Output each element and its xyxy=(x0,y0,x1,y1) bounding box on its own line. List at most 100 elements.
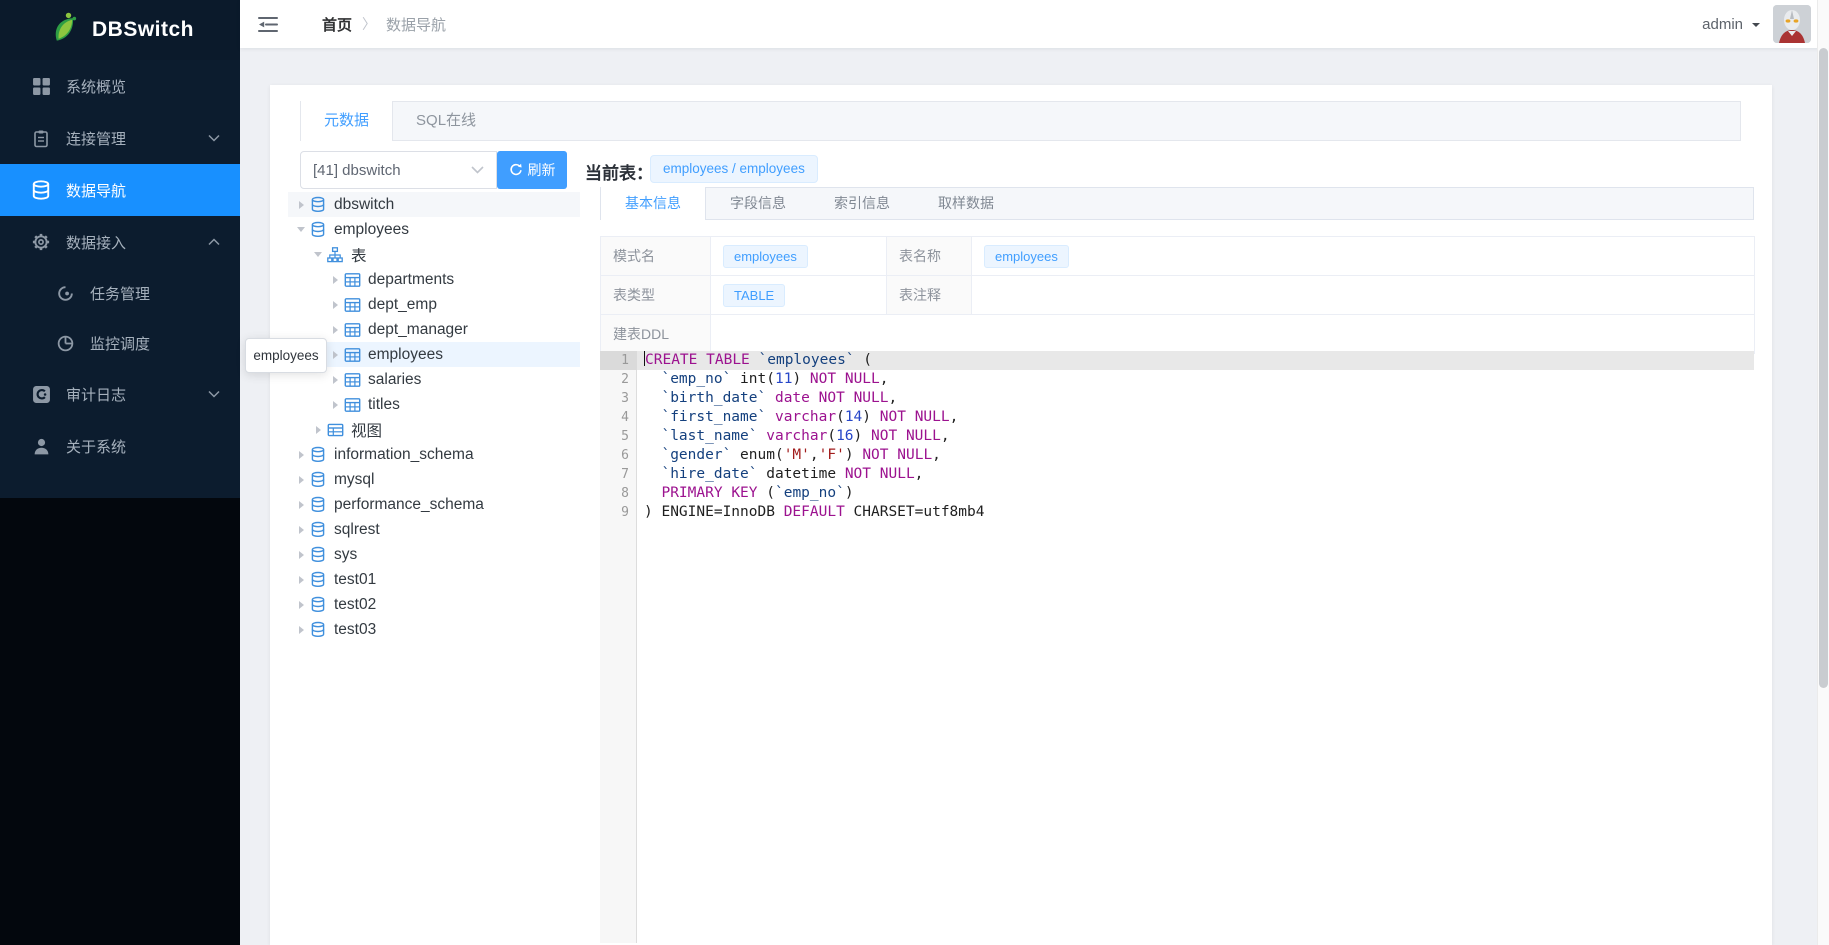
caret-right-icon[interactable] xyxy=(294,201,308,209)
tree-node-label: dept_manager xyxy=(368,321,468,339)
tree-node-label: sqlrest xyxy=(334,521,380,539)
code-lines: 1CREATE TABLE `employees` (2 `emp_no` in… xyxy=(600,351,1754,522)
user-avatar[interactable] xyxy=(1773,5,1811,43)
caret-right-icon[interactable] xyxy=(311,426,325,434)
current-table-tag: employees / employees xyxy=(650,155,818,183)
refresh-button[interactable]: 刷新 xyxy=(497,151,567,189)
caret-right-icon[interactable] xyxy=(328,326,342,334)
main-tab-1[interactable]: SQL在线 xyxy=(393,102,499,140)
tree-node-departments[interactable]: departments xyxy=(288,267,580,292)
main-card: 元数据SQL在线 [41] dbswitch 刷新 当前表： employees… xyxy=(270,85,1772,945)
table-icon xyxy=(344,396,361,413)
sidebar-item-4[interactable]: 审计日志 xyxy=(0,368,240,420)
sidebar-item-5[interactable]: 关于系统 xyxy=(0,420,240,472)
caret-right-icon[interactable] xyxy=(294,576,308,584)
tree-node-titles[interactable]: titles xyxy=(288,392,580,417)
code-text: ) ENGINE=InnoDB DEFAULT CHARSET=utf8mb4 xyxy=(637,503,1754,522)
tree-node-salaries[interactable]: salaries xyxy=(288,367,580,392)
tree-node-label: employees xyxy=(334,221,409,239)
database-icon xyxy=(310,546,327,563)
caret-right-icon[interactable] xyxy=(294,526,308,534)
tree-node-label: titles xyxy=(368,396,400,414)
sidebar-item-1[interactable]: 连接管理 xyxy=(0,112,240,164)
tree-node-dbswitch[interactable]: dbswitch xyxy=(288,192,580,217)
database-icon xyxy=(310,221,327,238)
tree-node-视图[interactable]: 视图 xyxy=(288,417,580,442)
table-icon xyxy=(344,371,361,388)
caret-right-icon[interactable] xyxy=(294,501,308,509)
detail-tab-3[interactable]: 取样数据 xyxy=(914,188,1018,219)
sidebar-item-3[interactable]: 数据接入 xyxy=(0,216,240,268)
code-text: PRIMARY KEY (`emp_no`) xyxy=(637,484,1754,503)
caret-right-icon[interactable] xyxy=(294,551,308,559)
caret-down-icon[interactable] xyxy=(311,252,325,257)
user-name: admin xyxy=(1702,16,1743,33)
sidebar-item-label: 数据接入 xyxy=(66,232,126,253)
tree-node-employees[interactable]: employees xyxy=(288,342,580,367)
line-number: 6 xyxy=(600,446,637,465)
code-line-4: 4 `first_name` varchar(14) NOT NULL, xyxy=(600,408,1754,427)
tree-node-test03[interactable]: test03 xyxy=(288,617,580,642)
code-line-1: 1CREATE TABLE `employees` ( xyxy=(600,351,1754,370)
tree-node-sqlrest[interactable]: sqlrest xyxy=(288,517,580,542)
caret-right-icon[interactable] xyxy=(294,626,308,634)
sidebar-item-2[interactable]: 数据导航 xyxy=(0,164,240,216)
connection-select[interactable]: [41] dbswitch xyxy=(300,151,497,189)
tree-node-performance_schema[interactable]: performance_schema xyxy=(288,492,580,517)
detail-tab-2[interactable]: 索引信息 xyxy=(810,188,914,219)
tree-node-employees[interactable]: employees xyxy=(288,217,580,242)
breadcrumb: 首页 〉 数据导航 xyxy=(322,14,446,35)
tree-node-information_schema[interactable]: information_schema xyxy=(288,442,580,467)
tree-node-label: employees xyxy=(368,346,443,364)
detail-tab-1[interactable]: 字段信息 xyxy=(706,188,810,219)
caret-right-icon[interactable] xyxy=(328,276,342,284)
gear-icon xyxy=(30,231,52,253)
tree-node-label: performance_schema xyxy=(334,496,484,514)
tree-node-mysql[interactable]: mysql xyxy=(288,467,580,492)
database-icon xyxy=(310,496,327,513)
caret-right-icon[interactable] xyxy=(294,476,308,484)
sidebar-item-label: 系统概览 xyxy=(66,76,126,97)
caret-right-icon[interactable] xyxy=(294,451,308,459)
refresh-icon xyxy=(509,163,523,177)
database-tree: dbswitch employees 表departmentsdept_empdep… xyxy=(288,192,580,642)
table-type-label: 表类型 xyxy=(601,276,711,315)
sidebar-item-3-0[interactable]: 任务管理 xyxy=(0,268,240,318)
tree-node-tooltip: employees xyxy=(245,338,327,373)
database-icon xyxy=(310,446,327,463)
sidebar-item-0[interactable]: 系统概览 xyxy=(0,60,240,112)
tree-node-sys[interactable]: sys xyxy=(288,542,580,567)
current-table-label: 当前表： xyxy=(585,159,653,184)
ddl-code-editor[interactable]: 1CREATE TABLE `employees` (2 `emp_no` in… xyxy=(600,351,1754,943)
breadcrumb-home[interactable]: 首页 xyxy=(322,14,352,35)
page-scrollbar[interactable] xyxy=(1817,0,1829,945)
caret-down-icon[interactable] xyxy=(294,227,308,232)
tree-node-dept_manager[interactable]: dept_manager xyxy=(288,317,580,342)
caret-right-icon[interactable] xyxy=(328,401,342,409)
scrollbar-thumb[interactable] xyxy=(1819,48,1828,688)
caret-right-icon[interactable] xyxy=(294,601,308,609)
detail-tab-0[interactable]: 基本信息 xyxy=(600,187,706,220)
tree-node-test01[interactable]: test01 xyxy=(288,567,580,592)
main-tab-0[interactable]: 元数据 xyxy=(300,101,393,141)
chevron-down-icon xyxy=(471,166,484,174)
sidebar-menu: 系统概览连接管理数据导航数据接入任务管理监控调度审计日志关于系统 xyxy=(0,60,240,472)
tree-node-label: test01 xyxy=(334,571,376,589)
code-text: `first_name` varchar(14) NOT NULL, xyxy=(637,408,1754,427)
tree-node-表[interactable]: 表 xyxy=(288,242,580,267)
tree-node-dept_emp[interactable]: dept_emp xyxy=(288,292,580,317)
sync-icon xyxy=(54,282,76,304)
app-logo[interactable]: DBSwitch xyxy=(0,0,240,60)
sidebar-collapse-icon[interactable] xyxy=(258,13,282,35)
caret-right-icon[interactable] xyxy=(328,376,342,384)
sidebar-item-3-1[interactable]: 监控调度 xyxy=(0,318,240,368)
sidebar-upper: DBSwitch 系统概览连接管理数据导航数据接入任务管理监控调度审计日志关于系… xyxy=(0,0,240,498)
tree-node-test02[interactable]: test02 xyxy=(288,592,580,617)
caret-right-icon[interactable] xyxy=(328,351,342,359)
user-menu[interactable]: admin xyxy=(1702,5,1811,43)
chevron-down-icon xyxy=(208,134,220,142)
code-line-7: 7 `hire_date` datetime NOT NULL, xyxy=(600,465,1754,484)
tree-node-label: dbswitch xyxy=(334,196,394,214)
caret-right-icon[interactable] xyxy=(328,301,342,309)
line-number: 7 xyxy=(600,465,637,484)
